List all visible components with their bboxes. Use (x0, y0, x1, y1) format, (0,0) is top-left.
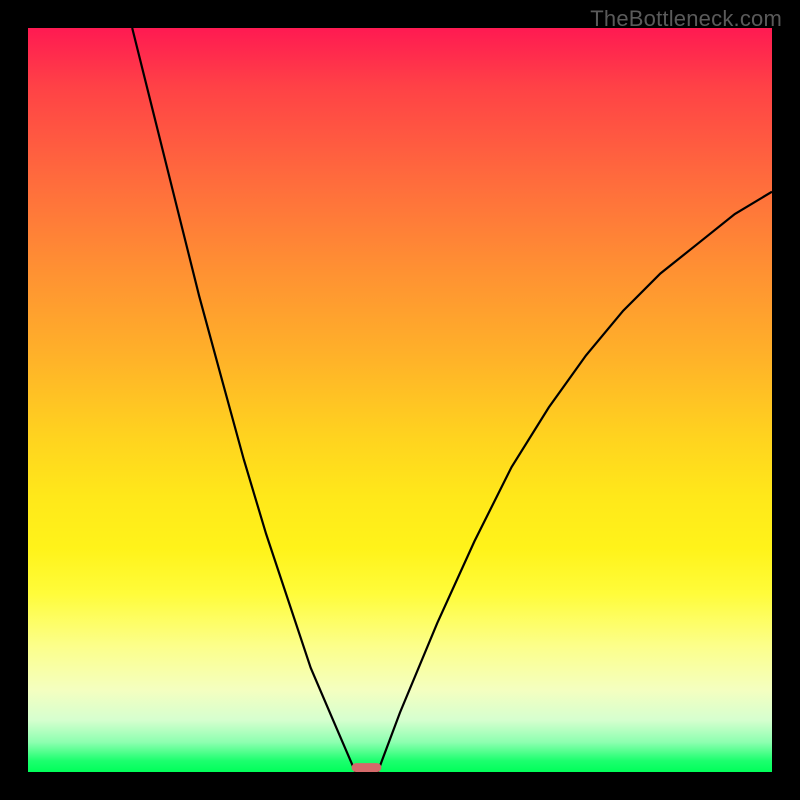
watermark-text: TheBottleneck.com (590, 6, 782, 32)
left-curve (132, 28, 355, 772)
plot-area (28, 28, 772, 772)
bottom-marker (352, 763, 382, 772)
chart-svg (28, 28, 772, 772)
right-curve (378, 192, 772, 772)
